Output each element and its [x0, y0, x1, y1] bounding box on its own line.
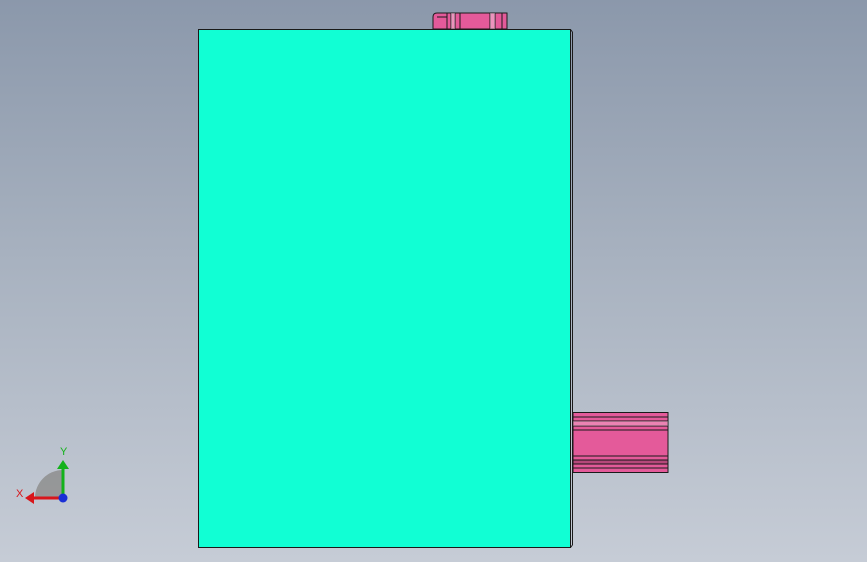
orientation-triad: Y X [16, 446, 69, 504]
top-boss-feature[interactable] [432, 12, 508, 30]
model-scene[interactable]: Y X [0, 0, 867, 562]
graphics-viewport[interactable]: Y X [0, 0, 867, 562]
y-axis-label: Y [60, 446, 68, 458]
side-rail-feature[interactable] [572, 412, 669, 473]
x-axis-label: X [16, 488, 24, 500]
z-axis-dot-icon [58, 493, 68, 503]
triad-plane-icon [35, 470, 63, 498]
main-body-face[interactable] [198, 29, 573, 548]
